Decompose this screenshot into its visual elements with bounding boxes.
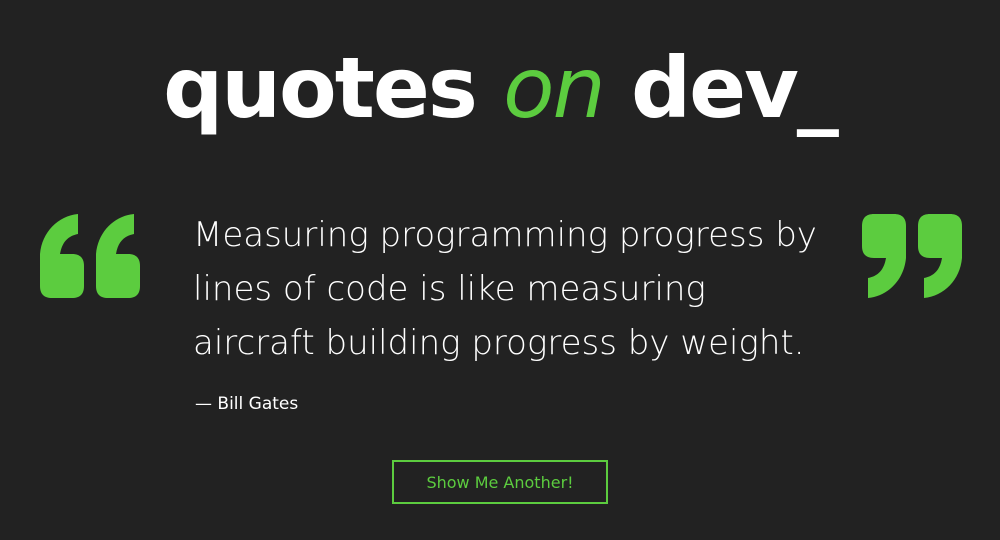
- logo-text-quotes: quotes: [163, 39, 504, 137]
- site-logo[interactable]: quotes on dev_: [0, 38, 1000, 138]
- logo-text-dev: dev_: [603, 39, 839, 137]
- page: quotes on dev_ Measuring programming pro…: [0, 0, 1000, 540]
- show-another-button[interactable]: Show Me Another!: [392, 460, 608, 504]
- close-quote-icon: [862, 214, 962, 298]
- logo-text-on: on: [503, 39, 606, 137]
- open-quote-icon: [40, 214, 140, 298]
- quote-author: — Bill Gates: [195, 394, 299, 414]
- quote-text: Measuring programming progress by lines …: [193, 215, 817, 363]
